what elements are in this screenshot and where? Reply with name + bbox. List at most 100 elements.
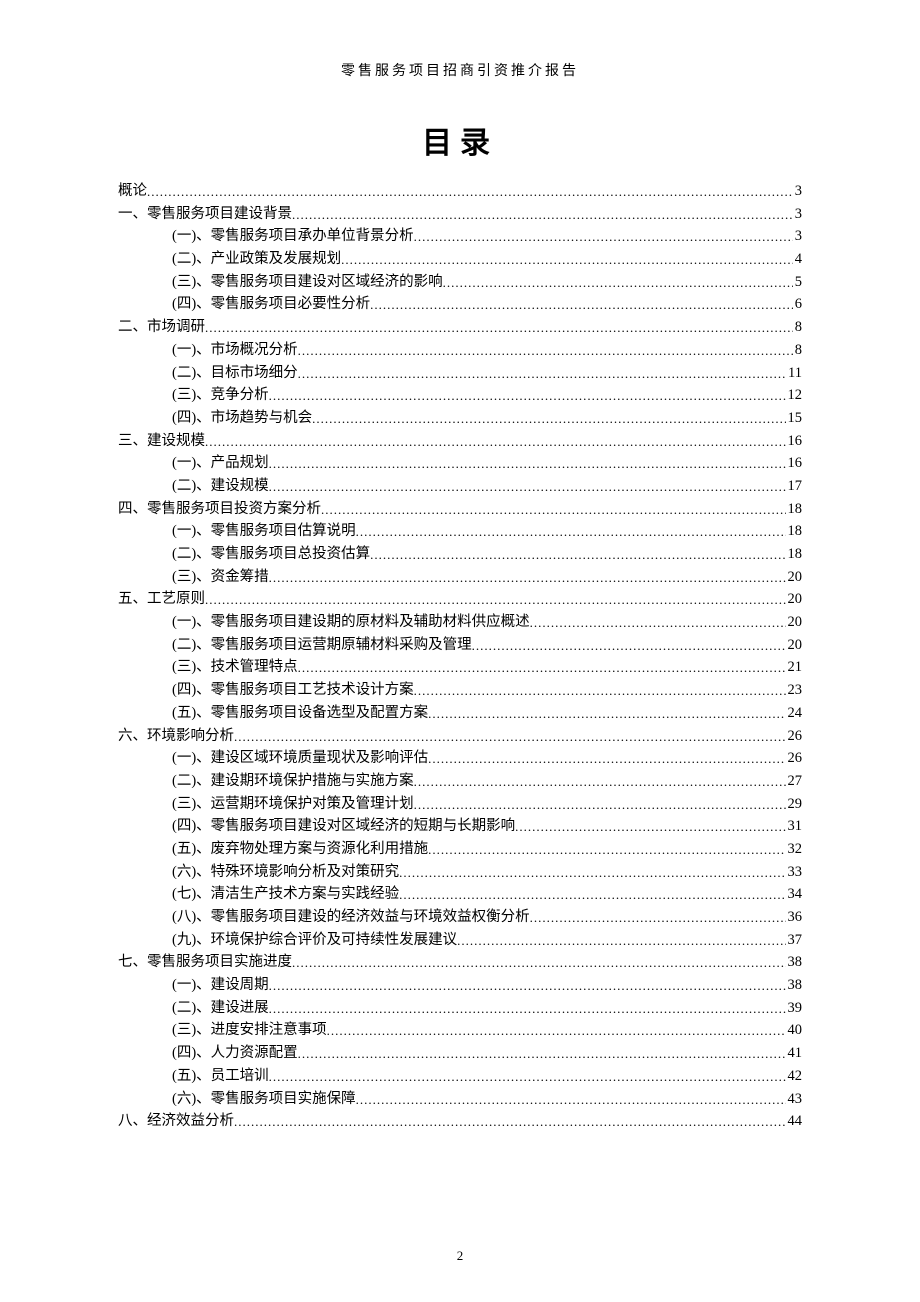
page-number: 2 (0, 1248, 920, 1264)
toc-entry[interactable]: (一)、市场概况分析8 (118, 343, 802, 358)
toc-entry[interactable]: (二)、建设进展39 (118, 1001, 802, 1016)
toc-entry-label: (八)、零售服务项目建设的经济效益与环境效益权衡分析 (172, 910, 530, 925)
toc-entry-page: 16 (786, 434, 803, 449)
toc-entry-label: (二)、建设规模 (172, 479, 269, 494)
toc-entry-label: 八、经济效益分析 (118, 1114, 234, 1129)
toc-entry-label: (一)、零售服务项目估算说明 (172, 524, 356, 539)
toc-entry-label: (四)、零售服务项目建设对区域经济的短期与长期影响 (172, 819, 515, 834)
toc-entry-page: 26 (786, 751, 803, 766)
toc-entry-label: 三、建设规模 (118, 434, 205, 449)
toc-entry-page: 5 (793, 275, 802, 290)
toc-entry[interactable]: (五)、员工培训42 (118, 1069, 802, 1084)
toc-entry[interactable]: (一)、建设区域环境质量现状及影响评估26 (118, 751, 802, 766)
toc-entry-label: (一)、市场概况分析 (172, 343, 298, 358)
toc-leader-dots (205, 321, 793, 334)
toc-entry[interactable]: (八)、零售服务项目建设的经济效益与环境效益权衡分析36 (118, 910, 802, 925)
toc-entry[interactable]: (四)、市场趋势与机会15 (118, 411, 802, 426)
toc-entry-label: (四)、人力资源配置 (172, 1046, 298, 1061)
toc-entry[interactable]: (二)、建设规模17 (118, 479, 802, 494)
toc-entry-label: (一)、零售服务项目承办单位背景分析 (172, 229, 414, 244)
toc-entry-page: 3 (793, 207, 802, 222)
toc-leader-dots (515, 820, 785, 833)
toc-entry[interactable]: (四)、人力资源配置41 (118, 1046, 802, 1061)
toc-leader-dots (234, 1115, 786, 1128)
toc-leader-dots (298, 344, 793, 357)
toc-entry[interactable]: (五)、废弃物处理方案与资源化利用措施32 (118, 842, 802, 857)
toc-entry[interactable]: (五)、零售服务项目设备选型及配置方案24 (118, 706, 802, 721)
toc-entry[interactable]: (一)、零售服务项目估算说明 18 (118, 524, 802, 539)
toc-entry[interactable]: (一)、产品规划 16 (118, 456, 802, 471)
toc-list: 概论3一、零售服务项目建设背景3(一)、零售服务项目承办单位背景分析3(二)、产… (118, 184, 802, 1129)
toc-leader-dots (428, 843, 785, 856)
toc-entry[interactable]: (二)、产业政策及发展规划4 (118, 252, 802, 267)
toc-entry-page: 18 (786, 502, 803, 517)
toc-entry-label: (五)、员工培训 (172, 1069, 269, 1084)
toc-entry[interactable]: (四)、零售服务项目工艺技术设计方案23 (118, 683, 802, 698)
toc-entry[interactable]: 三、建设规模 16 (118, 434, 802, 449)
toc-entry-label: (三)、资金筹措 (172, 570, 269, 585)
toc-entry[interactable]: (六)、零售服务项目实施保障43 (118, 1092, 802, 1107)
toc-entry-label: (二)、建设期环境保护措施与实施方案 (172, 774, 414, 789)
toc-entry[interactable]: (二)、建设期环境保护措施与实施方案27 (118, 774, 802, 789)
toc-entry[interactable]: (三)、资金筹措20 (118, 570, 802, 585)
toc-entry-page: 15 (786, 411, 803, 426)
toc-entry-label: (二)、目标市场细分 (172, 366, 298, 381)
toc-entry[interactable]: (九)、环境保护综合评价及可持续性发展建议37 (118, 933, 802, 948)
toc-leader-dots (399, 866, 785, 879)
toc-entry[interactable]: (三)、技术管理特点 21 (118, 660, 802, 675)
toc-entry-page: 3 (793, 184, 802, 199)
toc-entry[interactable]: (一)、零售服务项目承办单位背景分析3 (118, 229, 802, 244)
toc-entry-page: 29 (786, 797, 803, 812)
toc-entry-label: 七、零售服务项目实施进度 (118, 955, 292, 970)
toc-entry-label: (三)、竞争分析 (172, 388, 269, 403)
toc-entry[interactable]: 二、市场调研8 (118, 320, 802, 335)
toc-entry-label: (一)、产品规划 (172, 456, 269, 471)
toc-entry-page: 21 (786, 660, 803, 675)
toc-entry[interactable]: (一)、建设周期 38 (118, 978, 802, 993)
toc-entry-page: 16 (786, 456, 803, 471)
toc-entry-label: 四、零售服务项目投资方案分析 (118, 502, 321, 517)
toc-entry-page: 6 (793, 297, 802, 312)
toc-entry[interactable]: (三)、零售服务项目建设对区域经济的影响5 (118, 275, 802, 290)
toc-entry[interactable]: (二)、目标市场细分11 (118, 366, 802, 381)
toc-entry-label: 一、零售服务项目建设背景 (118, 207, 292, 222)
toc-entry-page: 38 (786, 978, 803, 993)
toc-entry-page: 20 (786, 592, 803, 607)
toc-entry-page: 34 (786, 887, 803, 902)
toc-entry-page: 20 (786, 615, 803, 630)
toc-entry[interactable]: (四)、零售服务项目建设对区域经济的短期与长期影响31 (118, 819, 802, 834)
toc-leader-dots (428, 752, 785, 765)
toc-entry[interactable]: (三)、竞争分析12 (118, 388, 802, 403)
toc-entry[interactable]: 八、经济效益分析44 (118, 1114, 802, 1129)
toc-entry[interactable]: (七)、清洁生产技术方案与实践经验34 (118, 887, 802, 902)
toc-entry-label: (二)、建设进展 (172, 1001, 269, 1016)
toc-entry-label: (一)、零售服务项目建设期的原材料及辅助材料供应概述 (172, 615, 530, 630)
toc-entry[interactable]: (一)、零售服务项目建设期的原材料及辅助材料供应概述 20 (118, 615, 802, 630)
toc-entry-page: 4 (793, 252, 802, 267)
toc-entry[interactable]: 七、零售服务项目实施进度38 (118, 955, 802, 970)
toc-entry-label: (一)、建设周期 (172, 978, 269, 993)
toc-leader-dots (321, 503, 786, 516)
toc-entry-page: 26 (786, 729, 803, 744)
toc-entry[interactable]: 五、工艺原则 20 (118, 592, 802, 607)
toc-entry[interactable]: (二)、零售服务项目总投资估算18 (118, 547, 802, 562)
toc-title: 目录 (118, 118, 802, 162)
toc-entry[interactable]: 一、零售服务项目建设背景 3 (118, 207, 802, 222)
toc-entry-label: (三)、运营期环境保护对策及管理计划 (172, 797, 414, 812)
toc-entry[interactable]: (三)、运营期环境保护对策及管理计划 29 (118, 797, 802, 812)
toc-entry[interactable]: 六、环境影响分析26 (118, 729, 802, 744)
toc-leader-dots (269, 389, 786, 402)
toc-entry[interactable]: (六)、特殊环境影响分析及对策研究33 (118, 865, 802, 880)
toc-entry-label: 五、工艺原则 (118, 592, 205, 607)
toc-entry-page: 18 (786, 524, 803, 539)
toc-entry-page: 40 (786, 1023, 803, 1038)
toc-leader-dots (472, 639, 786, 652)
toc-entry[interactable]: (四)、零售服务项目必要性分析6 (118, 297, 802, 312)
toc-entry[interactable]: 四、零售服务项目投资方案分析 18 (118, 502, 802, 517)
toc-leader-dots (356, 1093, 786, 1106)
toc-entry[interactable]: (二)、零售服务项目运营期原辅材料采购及管理20 (118, 638, 802, 653)
toc-entry-label: (三)、技术管理特点 (172, 660, 298, 675)
toc-entry[interactable]: 概论3 (118, 184, 802, 199)
toc-entry[interactable]: (三)、进度安排注意事项40 (118, 1023, 802, 1038)
toc-leader-dots (356, 525, 786, 538)
